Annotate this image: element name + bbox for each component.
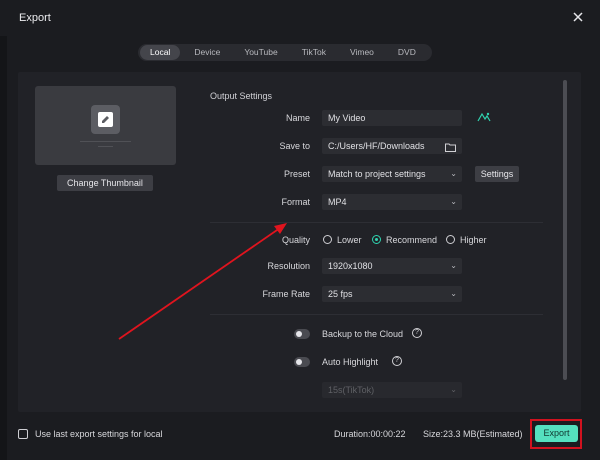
change-thumbnail-button[interactable]: Change Thumbnail bbox=[57, 175, 153, 191]
preset-settings-button[interactable]: Settings bbox=[475, 166, 519, 182]
name-label: Name bbox=[285, 113, 310, 123]
frame-rate-select[interactable]: 25 fps ⌄ bbox=[322, 286, 462, 302]
chevron-down-icon: ⌄ bbox=[450, 261, 457, 270]
save-to-field[interactable]: C:/Users/HF/Downloads bbox=[322, 138, 462, 154]
background-edge bbox=[0, 36, 7, 460]
duration-text: Duration:00:00:22 bbox=[334, 429, 406, 439]
format-value: MP4 bbox=[328, 197, 347, 207]
section-divider bbox=[210, 314, 543, 315]
chevron-down-icon: ⌄ bbox=[450, 385, 457, 394]
use-last-settings-checkbox[interactable] bbox=[18, 429, 28, 439]
tab-device[interactable]: Device bbox=[184, 45, 230, 60]
tab-vimeo[interactable]: Vimeo bbox=[340, 45, 384, 60]
chevron-down-icon: ⌄ bbox=[450, 289, 457, 298]
auto-highlight-toggle[interactable] bbox=[294, 357, 310, 367]
save-to-path: C:/Users/HF/Downloads bbox=[328, 141, 425, 151]
format-label: Format bbox=[281, 197, 310, 207]
ai-rename-icon[interactable] bbox=[477, 111, 491, 125]
use-last-settings-label: Use last export settings for local bbox=[35, 429, 163, 439]
section-divider bbox=[210, 222, 543, 223]
edit-thumbnail-icon[interactable] bbox=[91, 105, 120, 134]
settings-scrollbar[interactable] bbox=[563, 80, 567, 380]
tab-youtube[interactable]: YouTube bbox=[234, 45, 287, 60]
quality-higher-label: Higher bbox=[460, 235, 487, 245]
frame-rate-value: 25 fps bbox=[328, 289, 353, 299]
help-icon[interactable]: ? bbox=[392, 356, 402, 366]
help-icon[interactable]: ? bbox=[412, 328, 422, 338]
quality-lower-radio[interactable] bbox=[323, 235, 332, 244]
quality-recommend-radio[interactable] bbox=[372, 235, 381, 244]
folder-icon[interactable] bbox=[445, 141, 456, 157]
quality-higher-radio[interactable] bbox=[446, 235, 455, 244]
preset-select[interactable]: Match to project settings ⌄ bbox=[322, 166, 462, 182]
resolution-value: 1920x1080 bbox=[328, 261, 373, 271]
quality-lower-label: Lower bbox=[337, 235, 362, 245]
export-tabs: Local Device YouTube TikTok Vimeo DVD bbox=[138, 44, 432, 61]
save-to-label: Save to bbox=[279, 141, 310, 151]
window-title: Export bbox=[19, 12, 51, 24]
title-bar: Export bbox=[0, 0, 600, 36]
quality-recommend-label: Recommend bbox=[386, 235, 438, 245]
size-estimate-text: Size:23.3 MB(Estimated) bbox=[423, 429, 523, 439]
resolution-select[interactable]: 1920x1080 ⌄ bbox=[322, 258, 462, 274]
thumbnail-preview bbox=[35, 86, 176, 165]
quality-label: Quality bbox=[281, 235, 310, 245]
export-button[interactable]: Export bbox=[535, 425, 578, 442]
preset-label: Preset bbox=[283, 169, 310, 179]
tab-local[interactable]: Local bbox=[140, 45, 181, 60]
preset-value: Match to project settings bbox=[328, 169, 426, 179]
chevron-down-icon: ⌄ bbox=[450, 169, 457, 178]
tab-dvd[interactable]: DVD bbox=[388, 45, 426, 60]
tab-tiktok[interactable]: TikTok bbox=[292, 45, 336, 60]
frame-rate-label: Frame Rate bbox=[262, 289, 310, 299]
highlight-duration-value: 15s(TikTok) bbox=[328, 385, 375, 395]
thumbnail-divider-short bbox=[98, 146, 113, 147]
auto-highlight-label: Auto Highlight bbox=[322, 357, 379, 367]
format-select[interactable]: MP4 ⌄ bbox=[322, 194, 462, 210]
output-settings-title: Output Settings bbox=[210, 91, 273, 101]
highlight-duration-select: 15s(TikTok) ⌄ bbox=[322, 382, 462, 398]
backup-cloud-toggle[interactable] bbox=[294, 329, 310, 339]
resolution-label: Resolution bbox=[267, 261, 310, 271]
close-icon[interactable] bbox=[572, 11, 584, 23]
backup-cloud-label: Backup to the Cloud bbox=[322, 329, 404, 339]
thumbnail-divider bbox=[80, 141, 131, 142]
chevron-down-icon: ⌄ bbox=[450, 197, 457, 206]
name-input[interactable]: My Video bbox=[322, 110, 462, 126]
